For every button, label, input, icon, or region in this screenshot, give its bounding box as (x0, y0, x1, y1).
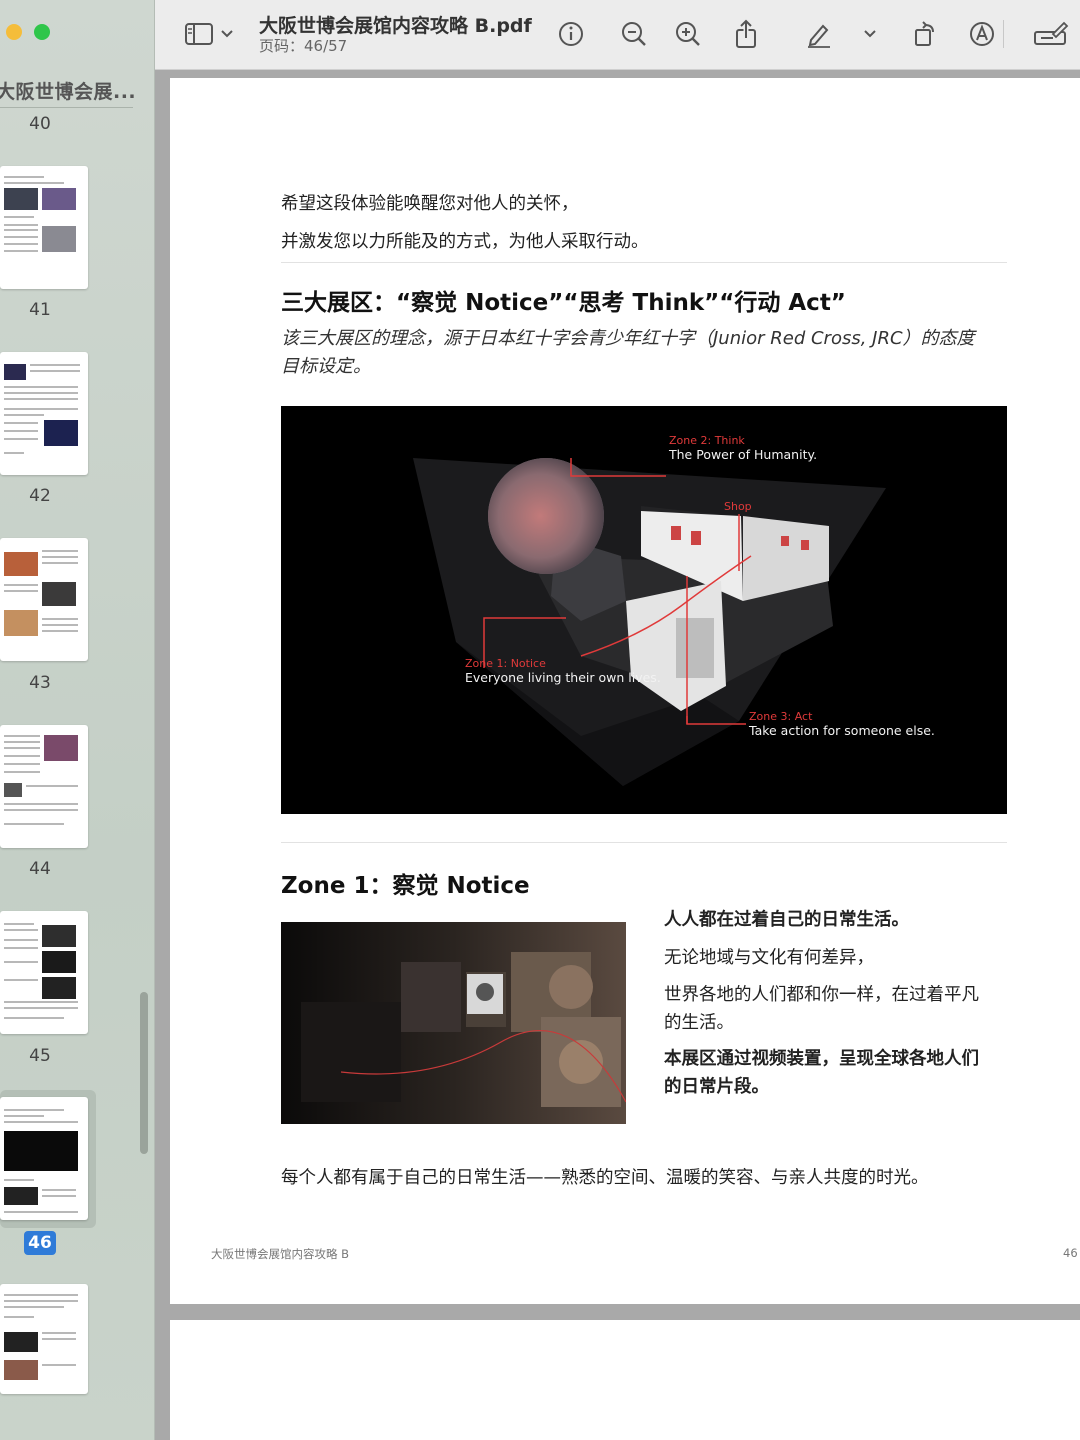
intro-line-2: 并激发您以力所能及的方式，为他人采取行动。 (281, 232, 649, 252)
sidebar-divider (0, 107, 133, 108)
sidebar-scrollbar[interactable] (140, 992, 148, 1154)
zone1-photo (281, 922, 626, 1124)
toolbar: 大阪世博会展馆内容攻略 B.pdf 页码：46/57 (155, 0, 1080, 70)
minimize-window-button[interactable] (6, 24, 22, 40)
zone1-paragraph-4-line-1: 本展区通过视频装置，呈现全球各地人们 (664, 1049, 979, 1069)
page-footer-number: 46 (1063, 1246, 1078, 1260)
pdf-page-46: 希望这段体验能唤醒您对他人的关怀， 并激发您以力所能及的方式，为他人采取行动。 … (170, 78, 1080, 1304)
section-heading: 三大展区：“察觉 Notice”“思考 Think”“行动 Act” (281, 290, 846, 316)
page-thumbnail-44[interactable] (0, 725, 88, 848)
chevron-down-icon[interactable] (217, 18, 237, 50)
thumbnail-sidebar: 大阪世博会展... 40 41 42 43 44 45 46 (0, 0, 155, 1440)
page-indicator: 页码：46/57 (259, 37, 348, 55)
pdf-page-47 (170, 1320, 1080, 1440)
intro-line-1: 希望这段体验能唤醒您对他人的关怀， (281, 194, 579, 214)
zone1-desc-label: Everyone living their own lives. (465, 670, 661, 685)
sidebar-toggle-icon[interactable] (183, 18, 215, 50)
page-number-label: 41 (29, 300, 51, 320)
zone1-paragraph-3-line-2: 的生活。 (664, 1013, 734, 1033)
page-thumbnail-47[interactable] (0, 1284, 88, 1394)
divider (281, 262, 1007, 263)
page-thumbnail-46[interactable] (0, 1097, 88, 1220)
markup-pen-icon[interactable] (803, 18, 835, 50)
page-number-label: 42 (29, 486, 51, 506)
zone2-desc-label: The Power of Humanity. (669, 447, 818, 462)
page-thumbnail-45[interactable] (0, 911, 88, 1034)
document-view[interactable]: 希望这段体验能唤醒您对他人的关怀， 并激发您以力所能及的方式，为他人采取行动。 … (155, 70, 1080, 1440)
closing-paragraph: 每个人都有属于自己的日常生活——熟悉的空间、温暖的笑容、与亲人共度的时光。 (281, 1168, 929, 1188)
chevron-down-icon[interactable] (859, 18, 881, 50)
section-subtitle-line-1: 该三大展区的理念，源于日本红十字会青少年红十字（Junior Red Cross… (281, 328, 975, 349)
page-footer-title: 大阪世博会展馆内容攻略 B (211, 1247, 350, 1261)
annotate-icon[interactable] (966, 18, 998, 50)
zone1-title-label: Zone 1: Notice (465, 657, 546, 670)
zone1-paragraph-2: 无论地域与文化有何差异， (664, 948, 874, 968)
divider (281, 842, 1007, 843)
page-number-label: 44 (29, 859, 51, 879)
zone1-heading: Zone 1：察觉 Notice (281, 873, 530, 899)
zone3-desc-label: Take action for someone else. (749, 723, 935, 738)
page-number-label: 43 (29, 673, 51, 693)
section-subtitle-line-2: 目标设定。 (281, 356, 371, 377)
page-number-label: 45 (29, 1046, 51, 1066)
page-number-selected: 46 (24, 1231, 56, 1255)
zone1-paragraph-3-line-1: 世界各地的人们都和你一样，在过着平凡 (664, 985, 979, 1005)
zoom-in-icon[interactable] (672, 18, 704, 50)
edit-toolbar-icon[interactable] (1031, 18, 1071, 50)
share-icon[interactable] (730, 18, 762, 50)
zone3-title-label: Zone 3: Act (749, 710, 813, 723)
zoom-window-button[interactable] (34, 24, 50, 40)
page-thumbnail-42[interactable] (0, 352, 88, 475)
page-number-label: 40 (29, 114, 51, 134)
info-icon[interactable] (555, 18, 587, 50)
zones-diagram-image: Zone 2: Think The Power of Humanity. Sho… (281, 406, 1007, 814)
zone2-title-label: Zone 2: Think (669, 434, 745, 447)
page-thumbnail-43[interactable] (0, 538, 88, 661)
toolbar-divider (1003, 20, 1004, 48)
sidebar-title: 大阪世博会展... (0, 81, 137, 103)
zone1-paragraph-4-line-2: 的日常片段。 (664, 1077, 769, 1097)
zoom-out-icon[interactable] (618, 18, 650, 50)
zone1-paragraph-1: 人人都在过着自己的日常生活。 (664, 910, 909, 930)
document-title: 大阪世博会展馆内容攻略 B.pdf (259, 15, 532, 37)
page-thumbnail-41[interactable] (0, 166, 88, 289)
zones-diagram-illustration (413, 458, 886, 786)
shop-label: Shop (724, 500, 752, 513)
rotate-icon[interactable] (909, 18, 941, 50)
